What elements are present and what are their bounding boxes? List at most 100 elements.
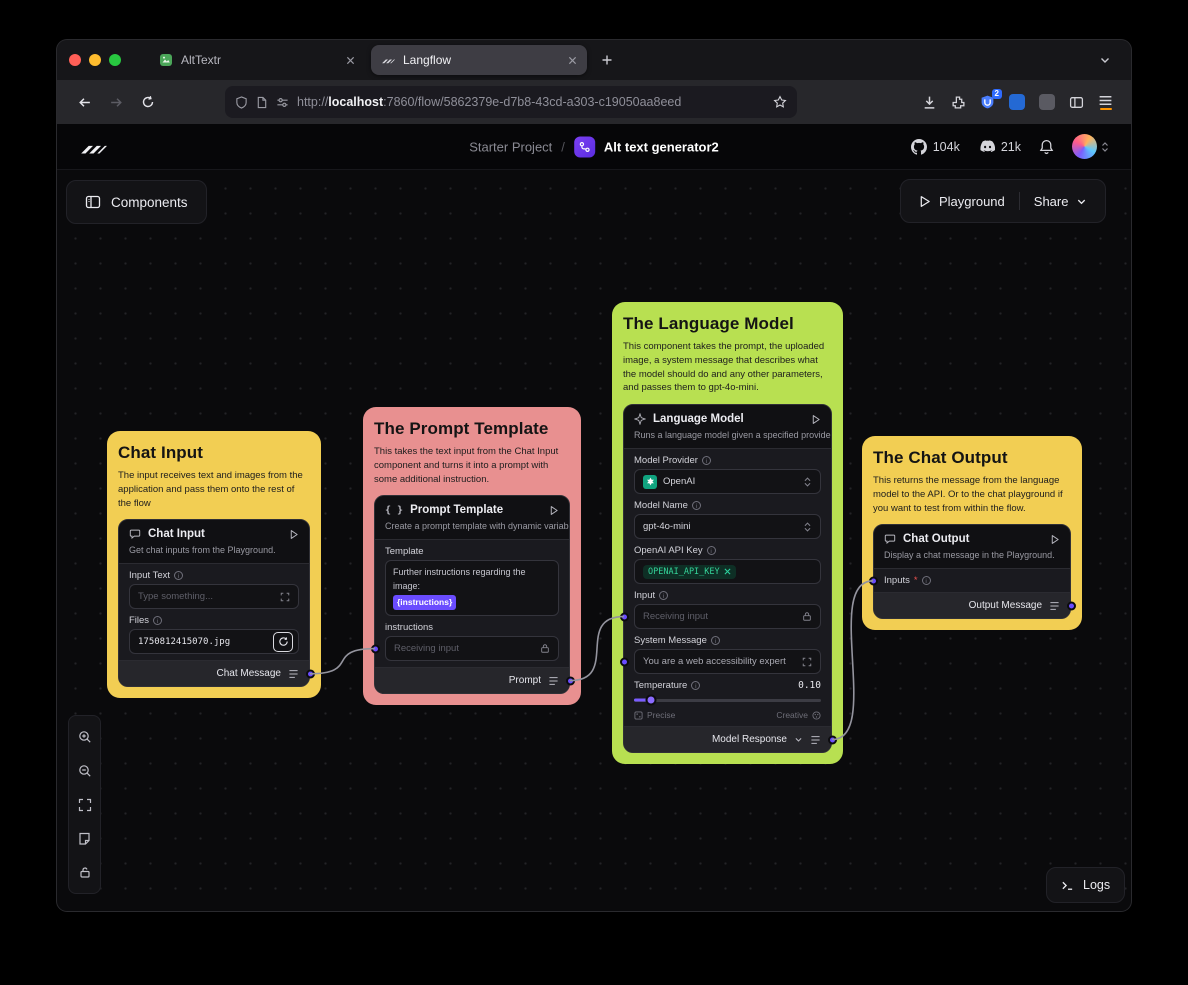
extension-g-icon[interactable] [1009, 94, 1025, 110]
api-key-chip[interactable]: OPENAI_API_KEY [643, 565, 736, 579]
template-textarea[interactable]: Further instructions regarding the image… [385, 560, 559, 616]
api-key-field[interactable]: OPENAI_API_KEY [634, 559, 821, 584]
prompt-output-handle[interactable] [566, 676, 575, 685]
system-message-handle[interactable] [620, 657, 629, 666]
model-name-select[interactable]: gpt-4o-mini [634, 514, 821, 539]
input-handle[interactable] [620, 612, 629, 621]
close-window-button[interactable] [69, 54, 81, 66]
zoom-in-button[interactable] [71, 721, 98, 752]
system-message-field[interactable]: You are a web accessibility expert [634, 649, 821, 674]
output-type-icon[interactable] [288, 669, 299, 679]
node-title: The Chat Output [873, 448, 1071, 468]
new-tab-button[interactable] [593, 46, 621, 74]
slider-thumb[interactable] [645, 695, 656, 706]
plus-icon [601, 54, 613, 66]
output-type-icon[interactable] [810, 735, 821, 745]
zoom-out-button[interactable] [71, 755, 98, 786]
run-component-button[interactable] [549, 505, 559, 516]
back-button[interactable] [69, 87, 99, 117]
list-all-tabs-button[interactable] [1091, 46, 1119, 74]
close-tab-icon[interactable] [568, 56, 577, 65]
node-prompt-template[interactable]: The Prompt Template This takes the text … [363, 407, 581, 705]
instructions-input-handle[interactable] [371, 644, 380, 653]
playground-button[interactable]: Playground [905, 180, 1019, 222]
extensions-puzzle-icon[interactable] [951, 95, 966, 110]
permissions-icon[interactable] [276, 96, 289, 109]
notifications-bell-icon[interactable] [1039, 139, 1054, 155]
browser-tab-bar: AltTextr Langflow [57, 40, 1131, 80]
tab-langflow[interactable]: Langflow [371, 45, 587, 75]
share-button[interactable]: Share [1020, 180, 1102, 222]
page-info-icon[interactable] [256, 96, 268, 109]
note-icon [78, 832, 91, 846]
input-field[interactable]: Receiving input [634, 604, 821, 629]
model-provider-select[interactable]: OpenAI [634, 469, 821, 494]
reload-button[interactable] [133, 87, 163, 117]
terminal-icon [1061, 879, 1074, 892]
inputs-handle[interactable] [869, 576, 878, 585]
forward-button[interactable] [101, 87, 131, 117]
play-icon [811, 414, 821, 425]
input-text-input[interactable] [138, 591, 274, 602]
run-component-button[interactable] [811, 414, 821, 425]
url-text[interactable]: http://localhost:7860/flow/5862379e-d7b8… [297, 95, 765, 109]
chip-close-icon[interactable] [724, 568, 731, 575]
components-button[interactable]: Components [66, 180, 207, 224]
output-type-icon[interactable] [548, 676, 559, 686]
flow-name[interactable]: Alt text generator2 [604, 139, 719, 154]
bookmark-star-icon[interactable] [773, 95, 787, 109]
temperature-slider[interactable] [634, 694, 821, 706]
sidebar-toggle-icon[interactable] [1069, 95, 1084, 110]
files-field[interactable]: 1750812415070.jpg [129, 629, 299, 654]
chevron-down-icon [1099, 54, 1111, 66]
api-key-label-row: OpenAI API Key [634, 545, 821, 556]
lock-canvas-button[interactable] [71, 857, 98, 888]
expand-icon[interactable] [802, 657, 812, 667]
window-controls[interactable] [69, 54, 121, 66]
discord-members[interactable]: 21k [978, 140, 1021, 154]
input-text-field[interactable] [129, 584, 299, 609]
langflow-logo-icon[interactable] [79, 137, 107, 157]
close-tab-icon[interactable] [346, 56, 355, 65]
output-message-handle[interactable] [1067, 601, 1076, 610]
add-note-button[interactable] [71, 823, 98, 854]
run-component-button[interactable] [1050, 534, 1060, 545]
instructions-field[interactable]: Receiving input [385, 636, 559, 661]
node-language-model[interactable]: The Language Model This component takes … [612, 302, 843, 764]
account-menu[interactable] [1072, 134, 1109, 159]
fit-view-button[interactable] [71, 789, 98, 820]
run-component-button[interactable] [289, 529, 299, 540]
extension-gray-icon[interactable] [1039, 94, 1055, 110]
card-footer: Chat Message [119, 660, 309, 686]
files-label-row: Files [129, 615, 299, 626]
info-icon [174, 571, 183, 580]
extension-shield[interactable]: 2 [980, 94, 995, 110]
model-response-output-handle[interactable] [828, 735, 837, 744]
app-menu-button[interactable] [1098, 95, 1113, 110]
minimize-window-button[interactable] [89, 54, 101, 66]
chat-message-output-handle[interactable] [306, 669, 315, 678]
play-icon [549, 505, 559, 516]
zoom-window-button[interactable] [109, 54, 121, 66]
url-bar[interactable]: http://localhost:7860/flow/5862379e-d7b8… [225, 86, 797, 118]
card-title: Prompt Template [410, 504, 503, 516]
template-variable-chip[interactable]: {instructions} [393, 595, 456, 610]
shield-icon[interactable] [235, 96, 248, 109]
select-chevrons-icon [1101, 141, 1109, 153]
field-label: Input [634, 590, 655, 601]
tab-alttextr[interactable]: AltTextr [149, 45, 365, 75]
output-type-icon[interactable] [1049, 601, 1060, 611]
node-chat-output[interactable]: The Chat Output This returns the message… [862, 436, 1082, 630]
chevron-down-icon[interactable] [794, 735, 803, 744]
logs-button[interactable]: Logs [1046, 867, 1125, 903]
field-label: instructions [385, 622, 433, 633]
file-select-button[interactable] [273, 632, 293, 652]
github-stars[interactable]: 104k [911, 139, 960, 155]
slider-track[interactable] [634, 699, 821, 702]
node-title: Chat Input [118, 443, 310, 463]
flow-canvas[interactable]: Components Playground Share Chat Input T… [57, 170, 1131, 911]
breadcrumb-project-link[interactable]: Starter Project [469, 139, 552, 154]
downloads-icon[interactable] [922, 95, 937, 110]
expand-icon[interactable] [280, 592, 290, 602]
node-chat-input[interactable]: Chat Input The input receives text and i… [107, 431, 321, 698]
